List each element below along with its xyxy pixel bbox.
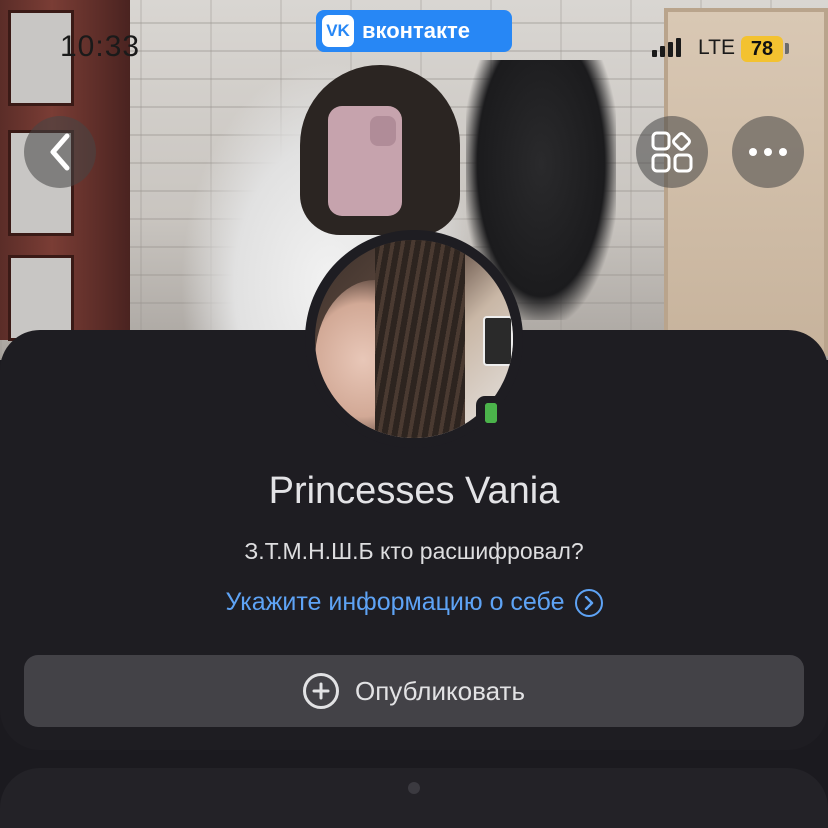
plus-circle-icon	[302, 673, 339, 709]
section-handle	[408, 782, 420, 794]
online-mobile-icon	[476, 396, 506, 430]
more-horizontal-icon	[749, 148, 787, 156]
network-type: LTE	[698, 36, 735, 59]
apps-button[interactable]	[636, 116, 708, 188]
phone-camera	[370, 116, 396, 146]
battery-level: 78	[750, 37, 774, 60]
battery-tip	[785, 43, 789, 54]
profile-status[interactable]: З.Т.М.Н.Ш.Б кто расшифровал?	[0, 538, 828, 565]
chevron-left-icon	[50, 133, 70, 171]
door-pane	[8, 255, 74, 341]
avatar-hair	[375, 240, 465, 438]
cover-phone	[328, 106, 402, 216]
apps-grid-icon	[651, 131, 693, 173]
publish-button[interactable]: Опубликовать	[24, 655, 804, 727]
vk-app-label: вконтакте	[362, 18, 471, 43]
more-button[interactable]	[732, 116, 804, 188]
add-info-label: Укажите информацию о себе	[225, 588, 565, 616]
status-time: 10:33	[60, 30, 141, 63]
signal-icon	[652, 38, 681, 57]
next-section-card	[0, 768, 828, 828]
chevron-right-circle-icon	[574, 588, 603, 617]
publish-label: Опубликовать	[354, 675, 525, 706]
back-button[interactable]	[24, 116, 96, 188]
battery-icon: 78	[741, 36, 783, 62]
add-info-link[interactable]: Укажите информацию о себе	[0, 588, 828, 617]
vk-app-badge[interactable]: VK вконтакте	[316, 10, 512, 52]
vk-logo-icon: VK	[322, 15, 354, 47]
profile-name: Princesses Vania	[268, 470, 560, 512]
avatar-phone	[483, 316, 513, 366]
